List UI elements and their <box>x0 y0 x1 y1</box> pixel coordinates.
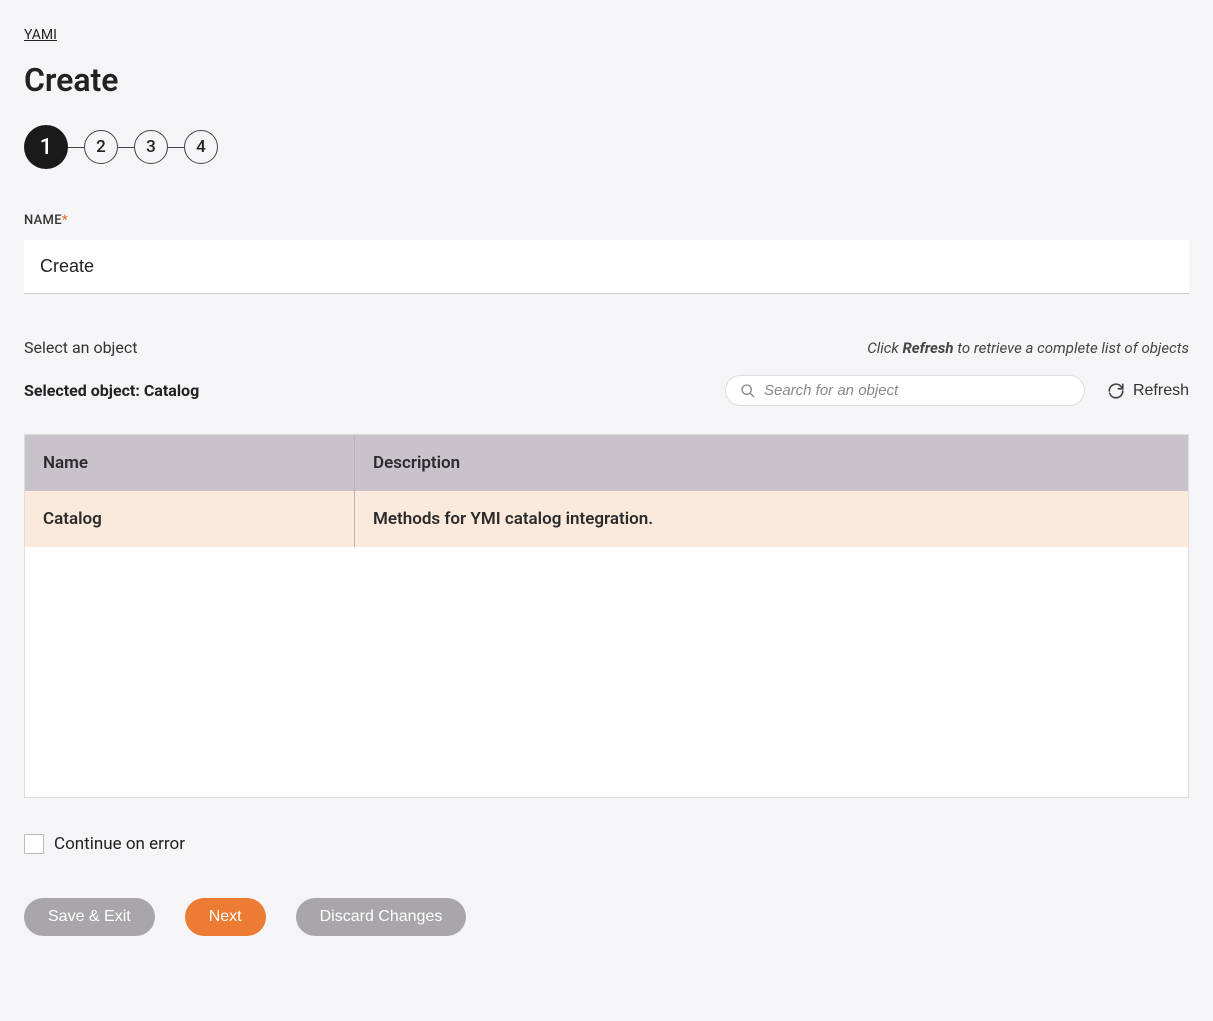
selected-object-label: Selected object: Catalog <box>24 381 199 400</box>
td-name: Catalog <box>25 491 355 547</box>
search-input[interactable] <box>764 382 1070 399</box>
step-connector <box>68 147 84 148</box>
th-description: Description <box>355 435 1188 491</box>
breadcrumb[interactable]: YAMI <box>24 27 57 43</box>
refresh-button[interactable]: Refresh <box>1107 382 1189 400</box>
step-2[interactable]: 2 <box>84 130 118 164</box>
refresh-label: Refresh <box>1133 382 1189 400</box>
table-body: Catalog Methods for YMI catalog integrat… <box>25 491 1188 797</box>
table-header: Name Description <box>25 435 1188 491</box>
stepper: 1 2 3 4 <box>24 125 1189 169</box>
required-asterisk: * <box>62 213 68 228</box>
search-box[interactable] <box>725 375 1085 406</box>
td-description: Methods for YMI catalog integration. <box>355 491 1188 547</box>
save-exit-button[interactable]: Save & Exit <box>24 898 155 936</box>
step-3[interactable]: 3 <box>134 130 168 164</box>
next-button[interactable]: Next <box>185 898 266 936</box>
search-icon <box>740 383 756 399</box>
step-connector <box>168 147 184 148</box>
object-table: Name Description Catalog Methods for YMI… <box>24 434 1189 798</box>
select-object-label: Select an object <box>24 338 137 357</box>
refresh-icon <box>1107 382 1125 400</box>
name-label: NAME* <box>24 213 1189 228</box>
name-input[interactable] <box>24 240 1189 294</box>
discard-button[interactable]: Discard Changes <box>296 898 467 936</box>
step-4[interactable]: 4 <box>184 130 218 164</box>
refresh-hint: Click Refresh to retrieve a complete lis… <box>867 339 1189 357</box>
step-1[interactable]: 1 <box>24 125 68 169</box>
continue-on-error-label: Continue on error <box>54 834 185 854</box>
th-name: Name <box>25 435 355 491</box>
step-connector <box>118 147 134 148</box>
continue-on-error-checkbox[interactable] <box>24 834 44 854</box>
page-title: Create <box>24 61 1189 99</box>
table-row[interactable]: Catalog Methods for YMI catalog integrat… <box>25 491 1188 547</box>
